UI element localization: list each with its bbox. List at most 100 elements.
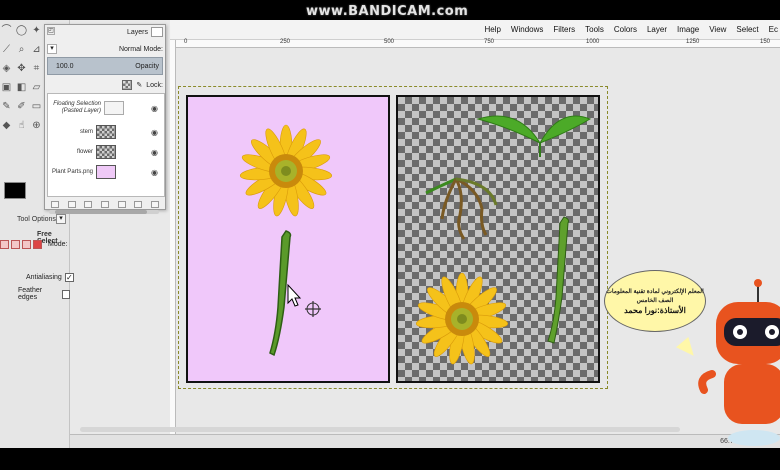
feather-checkbox[interactable] (61, 289, 70, 299)
paintbrush-icon[interactable]: ✎ (0, 100, 13, 113)
roots-icon (425, 177, 498, 240)
new-layer-icon[interactable] (51, 200, 60, 208)
layer-name: Floating Selection (Pasted Layer) (53, 101, 101, 114)
menu-image[interactable]: Image (677, 25, 699, 34)
antialiasing-label: Antialiasing (26, 274, 62, 281)
ruler-tick: 0 (184, 39, 188, 45)
mode-dropdown-icon[interactable]: ▾ (47, 44, 57, 54)
layers-tab[interactable]: Layers (127, 27, 163, 37)
smudge-icon[interactable]: ☝ (15, 119, 28, 132)
lock-alpha-icon[interactable] (122, 80, 133, 90)
layer-thumbnail (96, 125, 116, 139)
transform-icon[interactable]: ▣ (0, 81, 13, 94)
layers-scrollbar[interactable] (49, 209, 159, 215)
layer-actions-bar (47, 199, 163, 209)
arrow-cursor-icon (287, 283, 302, 307)
measure-icon[interactable]: ⊿ (30, 43, 43, 56)
menu-windows[interactable]: Windows (511, 25, 543, 34)
tool-options-menu-icon[interactable]: ▾ (56, 214, 66, 224)
dock-menu-icon[interactable]: ◰ (47, 27, 55, 35)
ruler-tick: 1000 (586, 39, 600, 45)
opacity-value: 100.0 (56, 62, 74, 70)
layer-row[interactable]: stem ◉ (48, 122, 164, 142)
ruler-tick: 500 (384, 39, 395, 45)
menu-colors[interactable]: Colors (614, 25, 637, 34)
menu-select[interactable]: Select (736, 25, 758, 34)
top-ruler: 0 250 500 750 1000 1250 150 (176, 39, 780, 48)
zoom-icon[interactable]: ⌕ (15, 43, 28, 56)
image-canvas[interactable] (176, 48, 780, 434)
layer-mode-value[interactable]: Normal (119, 46, 142, 53)
robot-mascot-icon (698, 279, 780, 446)
stem-shape (269, 230, 292, 357)
mode-add-button[interactable] (11, 240, 20, 249)
tool-grid: ⌒ ◯ ✦ ⟋ ⌕ ⊿ ◈ ✥ ⌗ ▣ ◧ ▱ ✎ ✐ ▭ ◆ ☝ ⊕ (0, 24, 46, 132)
crop-icon[interactable]: ⌗ (30, 62, 43, 75)
layers-tab-icon (151, 27, 163, 37)
delete-layer-icon[interactable] (150, 200, 159, 208)
ruler-tick: 150 (760, 39, 771, 45)
duplicate-layer-icon[interactable] (117, 200, 126, 208)
sunflower-icon (415, 272, 509, 365)
menu-layer[interactable]: Layer (647, 25, 667, 34)
foreground-color[interactable] (4, 182, 26, 199)
warp-icon[interactable]: ◈ (0, 62, 13, 75)
assembled-plant-illustration (239, 124, 333, 357)
opacity-slider[interactable]: 100.0 Opacity (47, 57, 163, 75)
feather-row: Feather edges (18, 287, 70, 301)
ruler-tick: 1250 (686, 39, 700, 45)
layer-row[interactable]: flower ◉ (48, 142, 164, 162)
layers-list: Floating Selection (Pasted Layer) ◉ stem… (47, 93, 165, 197)
layers-dock: ◰ Layers ▾ Normal Mode: 100.0 Opacity ✎ … (44, 24, 166, 214)
new-group-icon[interactable] (67, 200, 76, 208)
move-cursor-icon (305, 301, 321, 317)
anchor-layer-icon[interactable] (134, 200, 143, 208)
canvas-horizontal-scrollbar[interactable] (80, 427, 680, 432)
menu-help[interactable]: Help (484, 25, 500, 34)
lasso-icon[interactable]: ⌒ (0, 24, 13, 37)
flip-icon[interactable]: ◧ (15, 81, 28, 94)
mode-subtract-button[interactable] (22, 240, 31, 249)
separated-plant-parts (415, 115, 592, 365)
ruler-tick: 750 (484, 39, 495, 45)
clone-icon[interactable]: ⊕ (30, 119, 43, 132)
perspective-icon[interactable]: ▱ (30, 81, 43, 94)
menu-filters[interactable]: Filters (553, 25, 575, 34)
plant-parts-left-panel (186, 95, 390, 383)
eye-icon[interactable]: ◉ (151, 168, 158, 177)
menu-edit[interactable]: Ec (769, 25, 778, 34)
status-bar: 66.7% (70, 434, 780, 448)
lower-layer-icon[interactable] (100, 200, 109, 208)
raise-layer-icon[interactable] (84, 200, 93, 208)
layer-row[interactable]: Floating Selection (Pasted Layer) ◉ (48, 98, 164, 118)
layer-thumbnail (96, 165, 116, 179)
color-picker-icon[interactable]: ⟋ (0, 43, 13, 56)
menu-tools[interactable]: Tools (585, 25, 604, 34)
layer-name: stem (79, 128, 93, 135)
pencil-icon[interactable]: ✐ (15, 100, 28, 113)
bucket-fill-icon[interactable]: ◆ (0, 119, 13, 132)
mode-label: Mode: (48, 241, 68, 248)
menu-view[interactable]: View (709, 25, 726, 34)
plant-parts-right-panel (396, 95, 600, 383)
eye-icon[interactable]: ◉ (151, 148, 158, 157)
bubble-line-1: المعلم الإلكتروني لمادة تقنية المعلومات (606, 288, 704, 295)
lock-label: Lock: (146, 81, 163, 89)
layer-name: Plant Parts.png (51, 168, 93, 175)
antialiasing-checkbox[interactable]: ✓ (64, 273, 74, 282)
lock-brush-icon[interactable]: ✎ (136, 81, 142, 89)
layer-name: flower (76, 148, 93, 155)
ellipse-select-icon[interactable]: ◯ (15, 24, 28, 37)
mode-intersect-button[interactable] (33, 240, 42, 249)
bubble-line-3: الأستاذة:نورا محمد (624, 305, 686, 315)
eraser-icon[interactable]: ▭ (30, 100, 43, 113)
move-icon[interactable]: ✥ (15, 62, 28, 75)
speech-bubble: المعلم الإلكتروني لمادة تقنية المعلومات … (604, 270, 706, 332)
sunflower-icon (239, 124, 333, 217)
mode-replace-button[interactable] (0, 240, 9, 249)
menu-bar: Help Windows Filters Tools Colors Layer … (170, 20, 780, 40)
layer-row[interactable]: Plant Parts.png ◉ (48, 162, 164, 182)
eye-icon[interactable]: ◉ (151, 104, 158, 113)
eye-icon[interactable]: ◉ (151, 128, 158, 137)
fuzzy-select-icon[interactable]: ✦ (30, 24, 43, 37)
